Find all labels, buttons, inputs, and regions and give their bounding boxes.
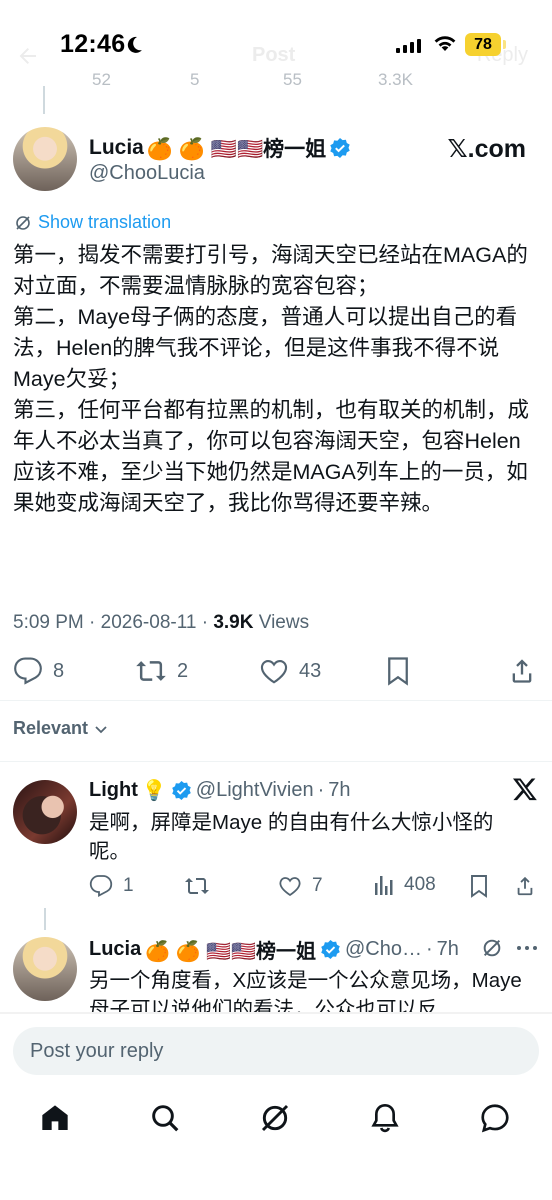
show-translation-link[interactable]: Show translation <box>14 212 171 233</box>
xcom-watermark: 𝕏.com <box>447 135 527 163</box>
more-icon[interactable] <box>516 944 538 952</box>
reply-input[interactable] <box>13 1027 539 1075</box>
reply-age: 7h <box>436 938 459 960</box>
reply-button[interactable]: 8 <box>13 656 64 686</box>
thread-connector <box>43 86 45 114</box>
reply-like-button[interactable]: 7 <box>278 874 323 898</box>
post-actions: 8 2 43 <box>0 654 552 690</box>
sort-label: Relevant <box>13 718 89 738</box>
reply-icon <box>89 874 113 898</box>
bell-icon <box>369 1102 401 1134</box>
reply-author-handle[interactable]: @Cho… <box>345 938 422 961</box>
reply-reply-button[interactable]: 1 <box>89 874 134 898</box>
post-date: 2026-08-11 <box>100 612 197 633</box>
verified-badge-icon <box>320 939 341 960</box>
share-icon <box>514 874 536 898</box>
post-time: 5:09 PM <box>13 612 84 633</box>
prev-reposts-count: 5 <box>190 70 200 89</box>
previous-post-actions: 52 5 55 3.3K <box>0 62 552 94</box>
nav-search[interactable] <box>143 1096 187 1140</box>
reply-count: 8 <box>53 659 65 682</box>
prev-replies-count: 52 <box>92 70 111 89</box>
post-body: 第一，揭发不需要打引号，海阔天空已经站在MAGA的对立面，不需要温情脉脉的宽容包… <box>13 240 541 519</box>
reply-avatar[interactable] <box>13 780 77 844</box>
grok-icon <box>259 1102 291 1134</box>
author-avatar[interactable] <box>13 127 77 191</box>
reply-text: 是啊，屏障是Maye 的自由有什么大惊小怪的呢。 <box>89 811 494 863</box>
bookmark-icon <box>469 874 489 898</box>
bookmark-button[interactable] <box>385 656 411 686</box>
reply-age: 7h <box>328 779 351 801</box>
reply-author-name[interactable]: Lucia <box>89 938 141 961</box>
reply-header: Light 💡 @LightVivien · 7h <box>89 779 351 802</box>
bottom-nav <box>0 1096 552 1146</box>
reply-author-name[interactable]: Light <box>89 779 138 802</box>
heart-icon <box>259 656 289 686</box>
share-icon <box>508 656 536 686</box>
repost-count: 2 <box>177 659 189 682</box>
heart-icon <box>278 874 302 898</box>
search-icon <box>149 1102 181 1134</box>
reply-like-count: 7 <box>312 875 323 896</box>
chevron-down-icon <box>93 721 109 737</box>
grok-icon[interactable] <box>481 937 503 959</box>
reply-repost-button[interactable] <box>184 874 220 898</box>
divider <box>0 700 552 701</box>
repost-icon <box>184 874 210 898</box>
reply-share-button[interactable] <box>514 874 536 898</box>
reply-author-badges: 🍊 🍊 🇺🇸🇺🇸榜一姐 <box>145 941 316 963</box>
battery-tip <box>503 40 506 49</box>
battery-indicator: 78 <box>465 33 501 56</box>
verified-badge-icon <box>171 780 192 801</box>
reply-header: Lucia 🍊 🍊 🇺🇸🇺🇸榜一姐 @Cho… · 7h <box>89 935 459 964</box>
moon-icon <box>124 35 144 55</box>
author-name-row[interactable]: Lucia 🍊 🍊 🇺🇸🇺🇸榜一姐 <box>89 133 351 163</box>
reply-views-count: 408 <box>404 874 436 895</box>
wifi-icon <box>432 34 458 54</box>
x-logo-icon <box>512 776 538 802</box>
thread-connector <box>44 908 46 930</box>
reply-bookmark-button[interactable] <box>469 874 489 898</box>
post-paragraph: 第二，Maye母子俩的态度，普通人可以提出自己的看法，Helen的脾气我不评论，… <box>13 305 518 391</box>
bookmark-icon <box>385 656 411 686</box>
reply-icon <box>13 656 43 686</box>
like-button[interactable]: 43 <box>259 656 321 686</box>
views-label: Views <box>258 612 310 633</box>
verified-badge-icon <box>329 137 351 159</box>
post-meta: 5:09 PM · 2026-08-11 · 3.9K Views <box>13 612 310 633</box>
nav-home[interactable] <box>33 1096 77 1140</box>
prev-likes-count: 55 <box>283 70 302 89</box>
like-count: 43 <box>299 659 322 682</box>
reply-reply-count: 1 <box>123 875 134 896</box>
reply-author-emoji: 💡 <box>141 780 167 802</box>
chat-bubble-icon <box>479 1102 511 1134</box>
reply-avatar[interactable] <box>13 937 77 1001</box>
views-count: 3.9K <box>213 612 254 633</box>
post-paragraph: 第一，揭发不需要打引号，海阔天空已经站在MAGA的对立面，不需要温情脉脉的宽容包… <box>13 243 528 298</box>
repost-icon <box>135 656 167 686</box>
author-name: Lucia <box>89 136 144 159</box>
reply-actions: 1 7 408 <box>0 874 552 904</box>
author-handle[interactable]: @ChooLucia <box>89 162 205 185</box>
post-paragraph: 第三，任何平台都有拉黑的机制，也有取关的机制，成年人不必太当真了，你可以包容海阔… <box>13 398 530 515</box>
views-chart-icon <box>374 874 394 896</box>
nav-messages[interactable] <box>473 1096 517 1140</box>
reply-composer[interactable] <box>13 1027 539 1075</box>
repost-button[interactable]: 2 <box>135 656 188 686</box>
status-time: 12:46 <box>60 30 126 58</box>
bottom-panel-divider <box>0 1012 552 1014</box>
nav-grok[interactable] <box>253 1096 297 1140</box>
cellular-signal-icon <box>396 38 422 56</box>
nav-notifications[interactable] <box>363 1096 407 1140</box>
prev-views-count: 3.3K <box>378 70 413 89</box>
sort-dropdown[interactable]: Relevant <box>13 718 109 739</box>
divider <box>0 761 552 762</box>
author-badges: 🍊 🍊 🇺🇸🇺🇸榜一姐 <box>146 138 327 161</box>
reply-author-handle[interactable]: @LightVivien <box>196 779 314 802</box>
grok-icon <box>14 214 32 232</box>
share-button[interactable] <box>508 656 536 686</box>
reply-views-button[interactable]: 408 <box>374 874 436 896</box>
home-icon <box>39 1102 71 1134</box>
show-translation-label: Show translation <box>38 212 172 232</box>
